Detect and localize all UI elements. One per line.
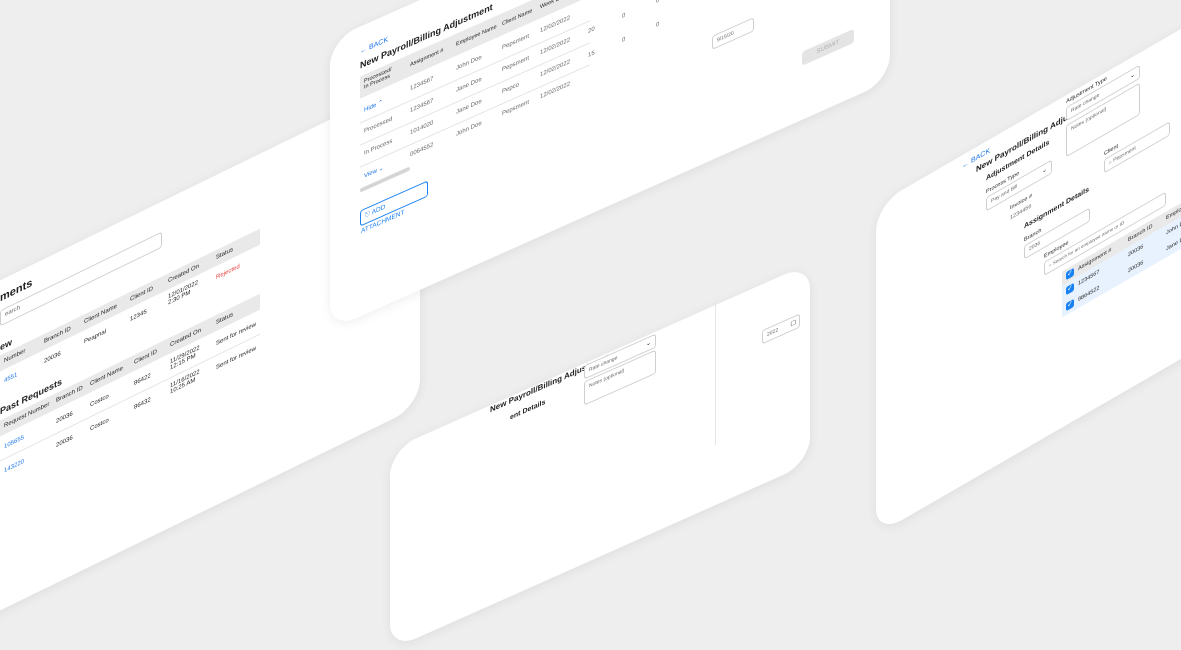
chevron-down-icon: ⌄ xyxy=(378,165,384,174)
assignment-cell: 0064552 xyxy=(410,141,434,159)
client-id-cell: 86422 xyxy=(134,372,151,388)
new-adjustment-content: ← BACK New Payroll/Billing Adjustment Ad… xyxy=(876,0,1181,535)
paperclip-icon: ⎋ xyxy=(365,210,371,220)
assignment-cell: 1234567 xyxy=(410,97,434,115)
adjustment-form-content: ← BACK New Payroll/Billing Adjustment en… xyxy=(390,263,810,650)
hide-label: Hide xyxy=(364,102,377,114)
assignment-cell: 1014020 xyxy=(410,119,434,137)
client-cell: Pepco xyxy=(502,81,520,96)
back-arrow-icon: ← xyxy=(962,158,971,171)
back-arrow-icon: ← xyxy=(360,44,369,56)
search-placeholder: earch xyxy=(5,304,21,319)
new-adjustment-card: ← BACK New Payroll/Billing Adjustment Ad… xyxy=(876,0,1181,536)
invoice-mgmt-label: Invoice Management xyxy=(1146,0,1181,17)
hours-cell: 20 xyxy=(588,26,595,36)
side-panel-divider xyxy=(715,263,716,446)
chevron-down-icon: ⌄ xyxy=(1129,71,1135,81)
view-label: View xyxy=(364,168,377,180)
hours-cell: 15 xyxy=(588,50,595,60)
date-field[interactable]: 2022 ▢ xyxy=(762,313,800,345)
date-value: 9/15/20 xyxy=(717,30,734,44)
request-link[interactable]: 143220 xyxy=(4,459,24,475)
status-badge: Sent for review xyxy=(216,345,257,372)
chevron-up-icon: ⌃ xyxy=(378,99,384,108)
hours-cell: 0 xyxy=(656,21,660,29)
hours-cell: 0 xyxy=(622,12,626,20)
status-badge: Rejected xyxy=(216,263,240,282)
assignment-cell: 1234567 xyxy=(410,75,434,93)
adjustment-form-card: ← BACK New Payroll/Billing Adjustment en… xyxy=(390,263,810,650)
chevron-down-icon: ⌄ xyxy=(1041,166,1047,176)
invoice-mgmt-value: New invoice xyxy=(1151,4,1178,27)
hours-cell: 0 xyxy=(622,36,626,44)
new-request-button[interactable]: NEW REQUEST xyxy=(150,153,198,201)
client-id-cell: 12345 xyxy=(130,308,147,324)
calendar-icon: ▢ xyxy=(790,319,796,328)
chevron-down-icon: ⌄ xyxy=(725,288,731,297)
invoice-mgmt-value: New invoice xyxy=(667,304,694,323)
chevron-down-icon: ⌄ xyxy=(645,339,651,349)
client-cell: Costco xyxy=(90,393,109,409)
branch-cell: 20036 xyxy=(56,411,73,426)
hours-cell: 0 xyxy=(656,0,660,5)
request-link[interactable]: 4551 xyxy=(4,372,17,385)
view-toggle[interactable]: View ⌄ xyxy=(364,164,384,180)
row-divider xyxy=(0,333,260,462)
submit-button[interactable]: SUBMIT xyxy=(802,28,854,66)
invoice-mgmt-select[interactable]: New invoice ⌄ xyxy=(662,281,736,329)
add-attachment-label: ADD ATTACHMENT xyxy=(361,203,405,236)
branch-cell: 20036 xyxy=(56,435,73,450)
client-cell: Peapnal xyxy=(84,328,107,346)
client-cell: Costco xyxy=(90,417,109,433)
branch-cell: 20036 xyxy=(44,350,61,366)
client-id-cell: 86432 xyxy=(134,396,151,412)
request-link[interactable]: 105655 xyxy=(4,435,24,451)
invoice-mgmt-select[interactable]: New invoice xyxy=(1146,0,1181,34)
hide-toggle[interactable]: Hide ⌃ xyxy=(364,98,383,113)
date-value: 2022 xyxy=(767,327,779,339)
branch-value: 2036 xyxy=(1029,240,1041,253)
created-cell: 11/16/2022 10:25 AM xyxy=(170,369,200,396)
date-field[interactable]: 9/15/20 xyxy=(712,17,754,50)
back-arrow-icon: ← xyxy=(478,396,487,408)
